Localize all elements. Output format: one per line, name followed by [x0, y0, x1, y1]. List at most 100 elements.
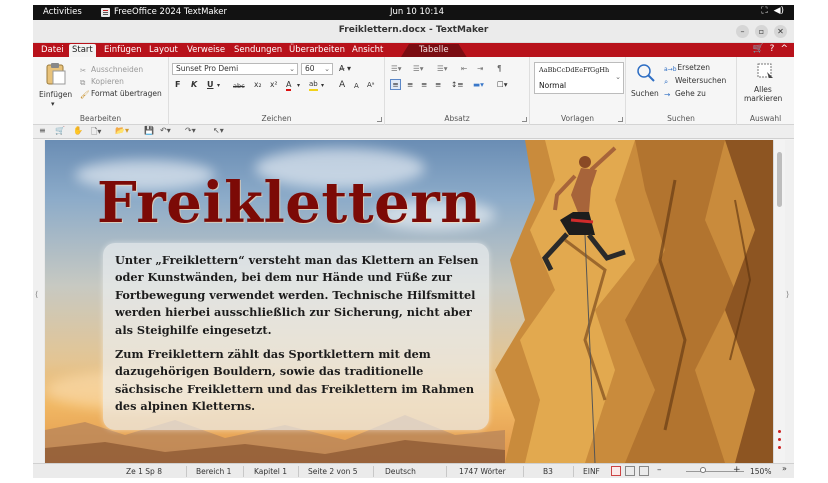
align-right-icon[interactable]: ≡: [421, 80, 427, 89]
zoom-in-button[interactable]: +: [733, 465, 741, 475]
new-document-icon[interactable]: 🗋▾: [91, 126, 101, 140]
app-menu[interactable]: FreeOffice 2024 TextMaker: [101, 7, 227, 17]
panel-handle-icon[interactable]: ⟨: [35, 290, 38, 299]
multilevel-list-icon[interactable]: ☰▾: [437, 64, 448, 73]
case-button[interactable]: Aᵃ: [367, 81, 375, 89]
font-color-dropdown-icon[interactable]: ▾: [297, 82, 300, 89]
redo-icon[interactable]: ↷▾: [185, 126, 196, 135]
cut-button[interactable]: ✂ Ausschneiden: [80, 65, 143, 75]
network-icon[interactable]: ⛶: [761, 6, 767, 16]
vertical-scrollbar[interactable]: [773, 140, 785, 463]
save-icon[interactable]: 💾: [144, 126, 154, 135]
tab-datei[interactable]: Datei: [38, 44, 67, 57]
tab-tabelle[interactable]: Tabelle: [401, 44, 467, 57]
document-heading[interactable]: Freiklettern: [97, 170, 481, 236]
open-folder-icon[interactable]: 📂▾: [115, 126, 129, 135]
maximize-button[interactable]: ▫: [755, 25, 768, 38]
find-next-button[interactable]: ⌕ Weitersuchen: [664, 76, 726, 86]
copy-button[interactable]: ⧉ Kopieren: [80, 77, 124, 87]
status-chapter[interactable]: Kapitel 1: [254, 467, 287, 476]
close-button[interactable]: ✕: [774, 25, 787, 38]
style-gallery[interactable]: AaBbCcDdEeFfGgHh Normal ⌄: [534, 62, 624, 94]
text-box[interactable]: Unter „Freiklettern“ versteht man das Kl…: [103, 243, 489, 430]
zoom-out-button[interactable]: –: [657, 465, 662, 475]
pilcrow-icon[interactable]: ¶: [497, 64, 502, 73]
tab-layout[interactable]: Layout: [146, 44, 181, 57]
clear-format-button[interactable]: A̶ ▾: [339, 64, 351, 73]
subscript-button[interactable]: x₂: [254, 80, 261, 89]
decrease-indent-icon[interactable]: ⇤: [461, 64, 467, 73]
dialog-launcher-icon[interactable]: [377, 117, 382, 122]
pointer-icon[interactable]: ↖▾: [213, 126, 224, 135]
underline-button[interactable]: U: [207, 80, 214, 89]
volume-icon[interactable]: ◀): [774, 6, 784, 16]
page-down-icon[interactable]: [778, 446, 781, 449]
zoom-slider-knob[interactable]: [700, 467, 706, 473]
panel-handle-icon[interactable]: ⟩: [786, 290, 789, 299]
activities-button[interactable]: Activities: [43, 7, 82, 17]
format-painter-button[interactable]: 🖌Format übertragen: [80, 89, 162, 99]
page-up-icon[interactable]: [778, 430, 781, 433]
bullet-list-icon[interactable]: ☰▾: [391, 64, 402, 73]
status-more-icon[interactable]: »: [782, 464, 787, 473]
paste-button[interactable]: Einfügen ▾: [39, 62, 73, 110]
document-page[interactable]: Freiklettern Unter „Freiklettern“ verste…: [45, 140, 773, 463]
chevron-down-icon[interactable]: ⌄: [615, 73, 621, 81]
hand-icon[interactable]: ✋: [73, 126, 83, 135]
goto-button[interactable]: → Gehe zu: [664, 89, 706, 99]
tab-start[interactable]: Start: [69, 44, 96, 57]
status-area[interactable]: Bereich 1: [196, 467, 231, 476]
status-insert-mode[interactable]: EINF: [583, 467, 600, 476]
numbered-list-icon[interactable]: ☰▾: [413, 64, 424, 73]
status-word-count[interactable]: 1747 Wörter: [459, 467, 506, 476]
strikethrough-button[interactable]: abc: [233, 82, 245, 90]
align-left-icon[interactable]: ≡: [390, 79, 401, 90]
font-name-dropdown[interactable]: Sunset Pro Demi ⌄: [172, 63, 298, 75]
increase-indent-icon[interactable]: ⇥: [477, 64, 483, 73]
tab-ansicht[interactable]: Ansicht: [349, 44, 386, 57]
minimize-button[interactable]: –: [736, 25, 749, 38]
normal-view-button[interactable]: [611, 466, 621, 476]
undo-icon[interactable]: ↶▾: [160, 126, 171, 135]
status-language[interactable]: Deutsch: [385, 467, 416, 476]
tab-sendungen[interactable]: Sendungen: [231, 44, 285, 57]
highlight-dropdown-icon[interactable]: ▾: [321, 82, 324, 89]
collapse-ribbon-icon[interactable]: ^: [780, 44, 788, 54]
menu-icon[interactable]: ≡: [39, 126, 46, 135]
replace-button[interactable]: a→b Ersetzen: [664, 63, 710, 74]
scrollbar-thumb[interactable]: [777, 152, 782, 207]
paragraph[interactable]: Unter „Freiklettern“ versteht man das Kl…: [115, 252, 481, 339]
font-color-button[interactable]: A: [286, 80, 292, 91]
justify-icon[interactable]: ≡: [435, 80, 441, 89]
dialog-launcher-icon[interactable]: [618, 117, 623, 122]
browse-object-icon[interactable]: [778, 438, 781, 441]
shrink-font-button[interactable]: A: [354, 82, 359, 90]
search-button[interactable]: Suchen: [629, 61, 661, 107]
select-all-button[interactable]: Alles markieren: [740, 61, 792, 107]
style-normal[interactable]: Normal: [539, 81, 566, 90]
bold-button[interactable]: F: [175, 80, 180, 89]
paragraph[interactable]: Zum Freiklettern zählt das Sportklettern…: [115, 346, 481, 416]
outline-view-button[interactable]: [625, 466, 635, 476]
tab-einfuegen[interactable]: Einfügen: [101, 44, 145, 57]
clock[interactable]: Jun 10 10:14: [390, 7, 444, 17]
grow-font-button[interactable]: A: [339, 80, 345, 90]
highlight-button[interactable]: ab: [309, 80, 318, 91]
font-size-dropdown[interactable]: 60 ⌄: [301, 63, 333, 75]
tab-verweise[interactable]: Verweise: [184, 44, 228, 57]
status-zoom[interactable]: 150%: [750, 467, 771, 476]
tab-ueberarbeiten[interactable]: Überarbeiten: [286, 44, 348, 57]
border-icon[interactable]: ☐▾: [497, 80, 508, 89]
cart-icon[interactable]: 🛒: [752, 44, 763, 54]
help-icon[interactable]: ?: [770, 44, 775, 54]
status-position[interactable]: Ze 1 Sp 8: [126, 467, 162, 476]
line-spacing-icon[interactable]: ↕≡: [451, 80, 464, 89]
underline-dropdown-icon[interactable]: ▾: [217, 82, 220, 89]
page-view-button[interactable]: [639, 466, 649, 476]
superscript-button[interactable]: x²: [270, 80, 277, 89]
align-center-icon[interactable]: ≡: [407, 80, 413, 89]
cart-icon[interactable]: 🛒: [55, 126, 65, 135]
shading-icon[interactable]: ▬▾: [473, 80, 484, 89]
system-tray[interactable]: ⛶ ◀): [761, 6, 784, 16]
dialog-launcher-icon[interactable]: [522, 117, 527, 122]
